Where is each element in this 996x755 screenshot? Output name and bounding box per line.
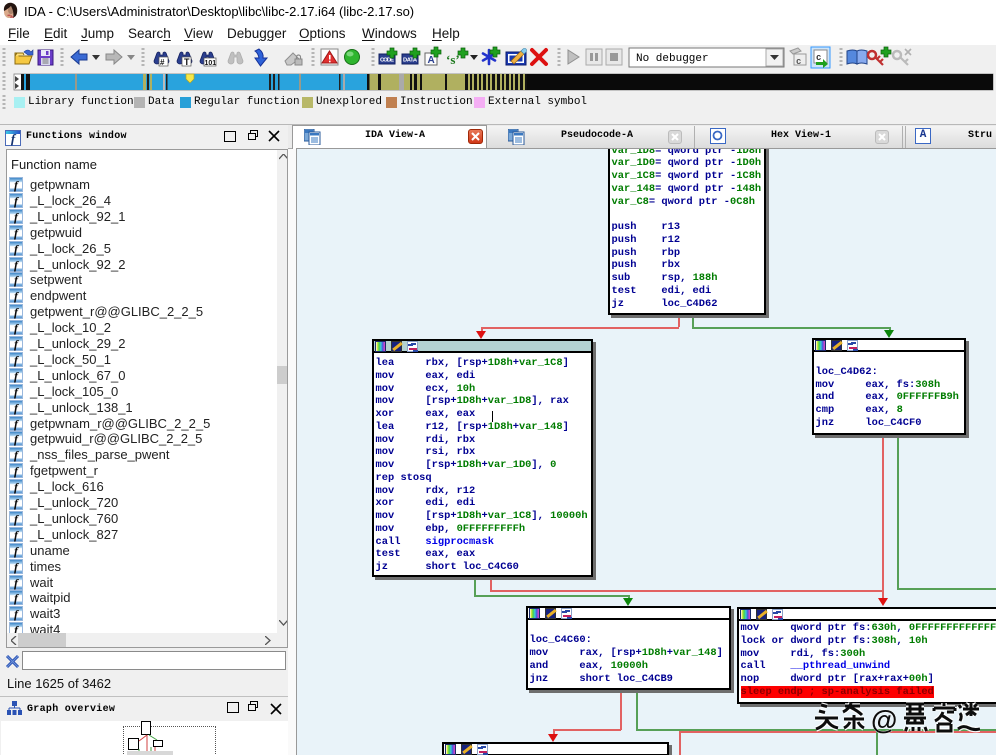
svg-text:101: 101 xyxy=(205,60,217,67)
svg-text:DATA: DATA xyxy=(403,58,418,64)
svg-text:c: c xyxy=(816,53,821,63)
svg-text:T: T xyxy=(184,57,190,67)
svg-text:#: # xyxy=(160,58,165,67)
svg-text:CODE: CODE xyxy=(380,58,394,64)
svg-text:@: @ xyxy=(871,705,897,734)
svg-text:A: A xyxy=(428,55,435,66)
svg-text:No debugger: No debugger xyxy=(636,53,709,65)
svg-text:c: c xyxy=(796,57,801,67)
